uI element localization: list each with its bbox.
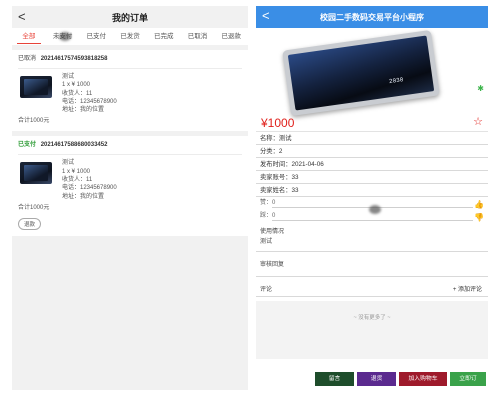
address: 地址：我的位置 bbox=[62, 193, 105, 200]
usage-section: 使用情况 测试 bbox=[256, 223, 488, 252]
order-number: 20214617574593818258 bbox=[40, 56, 108, 62]
order-total: 合计1000元 bbox=[18, 118, 50, 125]
product-name: 测试 bbox=[62, 160, 75, 167]
phone: 电话：12345678900 bbox=[62, 185, 117, 192]
orders-header: < 我的订单 bbox=[12, 6, 248, 28]
tab-paid[interactable]: 已支付 bbox=[79, 28, 113, 45]
seller-name-field: 卖家姓名：33 bbox=[256, 184, 488, 197]
order-body: 测试 1 x ¥ 1000 收货人：11 电话：12345678900 地址：我… bbox=[18, 154, 242, 200]
order-card[interactable]: 已取消 20214617574593818258 测试 1 x ¥ 1000 收… bbox=[12, 50, 248, 132]
order-number: 20214617588680033452 bbox=[40, 142, 108, 149]
order-header: 已取消 20214617574593818258 bbox=[18, 54, 242, 64]
qty-price: 1 x ¥ 1000 bbox=[62, 82, 91, 89]
usage-value: 测试 bbox=[260, 239, 273, 245]
product-detail-panel: < 校园二手数码交易平台小程序 2030 ✱ ¥1000 ☆ 名称：测试 分类：… bbox=[256, 6, 488, 396]
add-to-cart-button[interactable]: 加入购物车 bbox=[399, 372, 447, 386]
product-name-field: 名称：测试 bbox=[256, 132, 488, 145]
product-name: 测试 bbox=[62, 74, 75, 80]
cursor-indicator bbox=[59, 32, 71, 41]
receiver: 收货人：11 bbox=[62, 177, 93, 184]
product-thumbnail bbox=[20, 76, 52, 98]
order-info: 测试 1 x ¥ 1000 收货人：11 电话：12345678900 地址：我… bbox=[62, 159, 117, 200]
tab-all[interactable]: 全部 bbox=[12, 28, 46, 45]
usage-label: 使用情况 bbox=[260, 229, 285, 235]
order-card[interactable]: 已支付 20214617588680033452 测试 1 x ¥ 1000 收… bbox=[12, 136, 248, 236]
thumb-down-icon[interactable]: 👎 bbox=[474, 211, 484, 224]
order-header: 已支付 20214617588680033452 bbox=[18, 140, 242, 150]
review-section: 审核回复 bbox=[256, 252, 488, 277]
review-label: 审核回复 bbox=[260, 262, 285, 268]
carousel-dot-icon: ✱ bbox=[477, 84, 484, 93]
cursor-indicator bbox=[369, 205, 381, 214]
action-bar: 留言 退货 加入购物车 立即订购 bbox=[256, 372, 488, 396]
receiver: 收货人：11 bbox=[62, 90, 93, 97]
seller-account-field: 卖家账号：33 bbox=[256, 171, 488, 184]
comment-row: 评论 + 添加评论 bbox=[256, 283, 488, 297]
order-tabs: 全部 未支付 已支付 已发货 已完成 已取消 已退款 bbox=[12, 28, 248, 45]
address: 地址：我的位置 bbox=[62, 107, 105, 114]
order-info: 测试 1 x ¥ 1000 收货人：11 电话：12345678900 地址：我… bbox=[62, 73, 117, 114]
publish-time-field: 发布时间：2021-04-06 bbox=[256, 158, 488, 171]
order-total: 合计1000元 bbox=[18, 204, 50, 211]
product-thumbnail bbox=[20, 162, 52, 185]
return-button[interactable]: 退货 bbox=[357, 372, 396, 386]
category-field: 分类：2 bbox=[256, 145, 488, 158]
order-status: 已取消 bbox=[18, 56, 37, 62]
phone: 电话：12345678900 bbox=[62, 98, 117, 105]
star-icon[interactable]: ☆ bbox=[473, 115, 483, 128]
like-count: 赞：0 bbox=[260, 200, 276, 206]
order-body: 测试 1 x ¥ 1000 收货人：11 电话：12345678900 地址：我… bbox=[18, 68, 242, 114]
refund-button[interactable]: 退款 bbox=[18, 217, 42, 230]
tablet-screen bbox=[287, 35, 435, 111]
orders-panel: < 我的订单 全部 未支付 已支付 已发货 已完成 已取消 已退款 已取消 20… bbox=[12, 6, 248, 390]
tab-cancelled[interactable]: 已取消 bbox=[181, 28, 215, 45]
tablet-picture: 2030 bbox=[282, 29, 440, 117]
app-title: 校园二手数码交易平台小程序 bbox=[320, 13, 424, 22]
product-image: 2030 ✱ bbox=[256, 28, 488, 117]
page-title: 我的订单 bbox=[111, 13, 148, 23]
detail-header: < 校园二手数码交易平台小程序 bbox=[256, 6, 488, 28]
message-button[interactable]: 留言 bbox=[315, 372, 354, 386]
divider bbox=[272, 220, 473, 221]
add-comment-button[interactable]: + 添加评论 bbox=[453, 283, 482, 297]
order-status: 已支付 bbox=[18, 142, 37, 149]
no-more-text: ~ 没有更多了 ~ bbox=[353, 315, 391, 321]
product-price: ¥1000 bbox=[261, 116, 295, 130]
comment-label: 评论 bbox=[260, 287, 273, 293]
qty-price: 1 x ¥ 1000 bbox=[62, 168, 91, 175]
tab-completed[interactable]: 已完成 bbox=[147, 28, 181, 45]
price-row: ¥1000 ☆ bbox=[256, 112, 488, 132]
tab-refunded[interactable]: 已退款 bbox=[214, 28, 248, 45]
tab-shipped[interactable]: 已发货 bbox=[113, 28, 147, 45]
buy-now-button[interactable]: 立即订购 bbox=[450, 372, 486, 396]
comment-list: ~ 没有更多了 ~ bbox=[256, 301, 488, 359]
dislike-count: 踩：0 bbox=[260, 213, 276, 219]
